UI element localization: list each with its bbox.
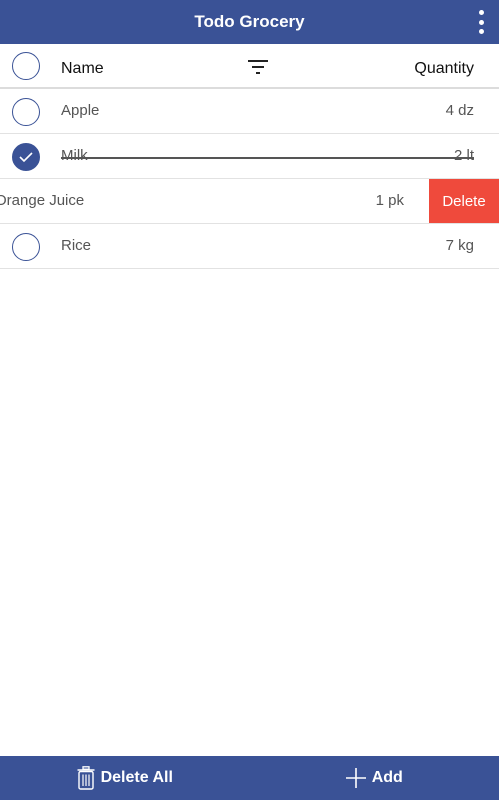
item-checkbox[interactable] (12, 98, 40, 126)
delete-all-label: Delete All (100, 769, 173, 786)
add-button[interactable]: Add (250, 756, 499, 800)
plus-icon (345, 768, 366, 788)
check-icon (19, 152, 33, 163)
item-name: Apple (61, 102, 100, 119)
name-column-header: Name (61, 60, 104, 77)
item-quantity: 7 kg (445, 237, 474, 254)
list-item[interactable]: Milk 2 lt (0, 134, 499, 179)
add-label: Add (371, 769, 403, 786)
strikethrough-line (61, 157, 474, 159)
item-quantity: 2 lt (453, 147, 474, 164)
trash-icon (77, 766, 95, 790)
item-quantity: 1 pk (375, 192, 404, 209)
item-name: Orange Juice (0, 192, 85, 209)
item-name: Rice (61, 237, 92, 254)
delete-all-button[interactable]: Delete All (0, 756, 250, 800)
list-header: Name Quantity (0, 44, 499, 89)
item-quantity: 4 dz (445, 102, 474, 119)
list-item-swiped[interactable]: Orange Juice 1 pk Delete (0, 179, 499, 224)
more-vert-icon[interactable] (475, 10, 487, 34)
list-item[interactable]: Rice 7 kg (0, 224, 499, 269)
bottom-bar: Delete All Add (0, 756, 499, 800)
delete-button[interactable]: Delete (429, 179, 499, 223)
item-checkbox-checked[interactable] (12, 143, 40, 171)
item-checkbox[interactable] (12, 233, 40, 261)
app-title: Todo Grocery (194, 12, 305, 31)
list-item[interactable]: Apple 4 dz (0, 89, 499, 134)
select-all-checkbox[interactable] (12, 52, 40, 80)
item-name: Milk (61, 147, 88, 164)
quantity-column-header: Quantity (414, 60, 474, 77)
app-bar: Todo Grocery (0, 0, 499, 44)
filter-icon[interactable] (248, 59, 268, 75)
